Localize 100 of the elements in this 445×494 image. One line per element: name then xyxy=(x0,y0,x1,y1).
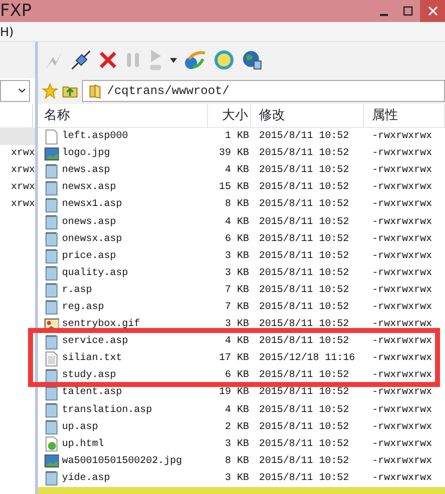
file-name[interactable]: price.asp xyxy=(62,248,116,264)
modified-date: 2015/8/11 10:52 xyxy=(259,404,350,416)
file-name[interactable]: sentrybox.gif xyxy=(62,317,140,332)
modified-date: 2015/8/11 10:52 xyxy=(259,182,350,194)
file-name[interactable]: translation.asp xyxy=(62,402,152,418)
web-file-icon xyxy=(44,436,59,452)
file-name[interactable]: left.asp000 xyxy=(62,129,128,144)
file-size: 2 KB xyxy=(224,422,249,433)
file-size: 8 KB xyxy=(224,456,249,467)
file-name[interactable]: onews.asp xyxy=(62,214,116,230)
file-size: 7 KB xyxy=(224,302,249,313)
minimize-icon xyxy=(380,14,388,16)
file-name[interactable]: service.asp xyxy=(62,334,128,350)
file-name[interactable]: up.html xyxy=(62,436,104,452)
modified-date: 2015/8/11 10:52 xyxy=(259,250,350,262)
file-size: 3 KB xyxy=(224,250,249,262)
path-dropdown[interactable] xyxy=(0,80,30,102)
close-button[interactable] xyxy=(420,0,445,22)
file-size: 3 KB xyxy=(224,319,249,330)
notepad-icon xyxy=(44,368,59,384)
file-size: 4 KB xyxy=(224,336,249,348)
modified-date: 2015/8/11 10:52 xyxy=(259,165,350,176)
star-icon[interactable] xyxy=(42,83,58,99)
permissions-text: -rwxrwxrwx xyxy=(372,234,432,245)
notepad-icon xyxy=(44,214,59,230)
notepad-icon xyxy=(44,180,59,196)
cancel-icon[interactable] xyxy=(98,50,118,70)
modified-date: 2015/8/11 10:52 xyxy=(259,387,350,398)
modified-date: 2015/8/11 10:52 xyxy=(259,131,350,142)
file-name[interactable]: yide.asp xyxy=(62,470,110,486)
notepad-icon xyxy=(44,196,59,213)
permissions-text: -rwxrwxrwx xyxy=(372,404,432,416)
notepad-icon xyxy=(44,470,59,486)
file-name[interactable]: talent.asp xyxy=(62,385,122,400)
column-header[interactable]: 大小 xyxy=(208,104,251,127)
permissions-text: -rwxrwxrwx xyxy=(372,268,432,279)
modified-date: 2015/8/11 10:52 xyxy=(259,422,350,433)
notepad-icon xyxy=(44,384,59,401)
file-name[interactable]: up.asp xyxy=(62,420,98,435)
file-size: 4 KB xyxy=(224,404,249,416)
permissions-text: xrwx xyxy=(10,148,35,159)
image-file-icon xyxy=(44,146,59,162)
refresh-icon[interactable] xyxy=(213,49,235,71)
permissions-text: -rwxrwxrwx xyxy=(372,131,432,142)
transfer-icon[interactable] xyxy=(183,49,207,71)
permissions-text: xrwx xyxy=(10,182,35,193)
plug-icon[interactable] xyxy=(70,49,92,71)
file-size: 3 KB xyxy=(224,268,249,279)
permissions-text: -rwxrwxrwx xyxy=(372,199,432,210)
caret-icon[interactable] xyxy=(170,58,177,62)
permissions-text: -rwxrwxrwx xyxy=(372,284,432,296)
window-title: FXP xyxy=(0,0,32,22)
file-size: 4 KB xyxy=(224,216,249,228)
file-size: 19 KB xyxy=(218,387,249,398)
file-name[interactable]: quality.asp xyxy=(62,266,128,281)
caret-icon xyxy=(18,88,26,94)
menu-item[interactable]: H) xyxy=(0,22,14,40)
path-field[interactable]: /cqtrans/wwwroot/ xyxy=(82,80,445,102)
file-size: 17 KB xyxy=(218,353,249,364)
file-name[interactable]: reg.asp xyxy=(62,300,104,315)
column-header[interactable]: 属性 xyxy=(364,104,445,127)
permissions-text: -rwxrwxrwx xyxy=(372,456,432,467)
permissions-text: xrwx xyxy=(10,199,35,210)
file-name[interactable]: wa50010501500202.jpg xyxy=(62,454,182,469)
notepad-icon xyxy=(44,299,59,316)
column-header[interactable]: 修改 xyxy=(251,104,364,127)
file-size: 8 KB xyxy=(224,199,249,210)
file-name[interactable]: r.asp xyxy=(62,282,92,298)
permissions-text: -rwxrwxrwx xyxy=(372,353,432,364)
file-name[interactable]: newsx1.asp xyxy=(62,197,122,212)
file-size: 7 KB xyxy=(224,284,249,296)
file-name[interactable]: study.asp xyxy=(62,368,116,384)
permissions-text: -rwxrwxrwx xyxy=(372,422,432,433)
permissions-text: -rwxrwxrwx xyxy=(372,387,432,398)
globe-icon[interactable] xyxy=(241,49,263,71)
file-size: 4 KB xyxy=(224,165,249,176)
column-header[interactable]: 名称 xyxy=(38,104,208,127)
modified-date: 2015/8/11 10:52 xyxy=(259,284,350,296)
notepad-icon xyxy=(44,419,59,436)
file-name[interactable]: onewsx.asp xyxy=(62,232,122,247)
modified-date: 2015/12/18 11:16 xyxy=(259,353,356,364)
modified-date: 2015/8/11 10:52 xyxy=(259,148,350,160)
folder-icon xyxy=(88,83,103,99)
notepad-icon xyxy=(44,282,59,298)
file-name[interactable]: news.asp xyxy=(62,163,110,178)
permissions-text: -rwxrwxrwx xyxy=(372,370,432,382)
file-size: 6 KB xyxy=(224,370,249,382)
file-size: 1 KB xyxy=(224,131,249,142)
text-file-icon xyxy=(44,350,59,367)
permissions-text: -rwxrwxrwx xyxy=(372,302,432,313)
permissions-text: -rwxrwxrwx xyxy=(372,438,432,450)
file-name[interactable]: newsx.asp xyxy=(62,180,116,196)
file-icon xyxy=(44,128,59,145)
file-name[interactable]: logo.jpg xyxy=(62,146,110,162)
file-name[interactable]: silian.txt xyxy=(62,351,122,366)
notepad-icon xyxy=(44,162,59,179)
file-size: 15 KB xyxy=(218,182,249,194)
notepad-icon xyxy=(44,248,59,264)
maximize-icon xyxy=(403,6,413,16)
modified-date: 2015/8/11 10:52 xyxy=(259,336,350,348)
